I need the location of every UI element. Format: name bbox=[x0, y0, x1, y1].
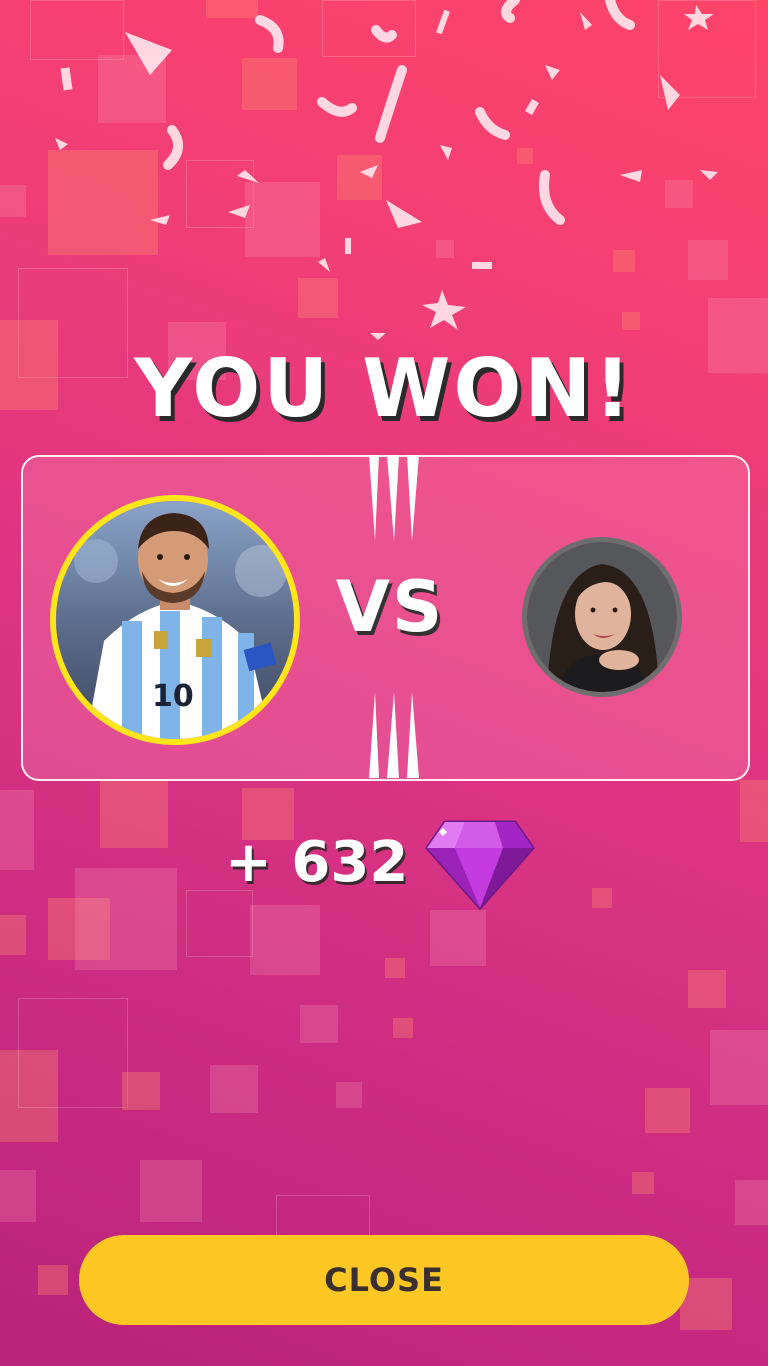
gem-icon bbox=[425, 820, 535, 910]
vs-label: VS bbox=[335, 566, 445, 648]
reward-amount: + 632 bbox=[225, 830, 409, 895]
player-avatar-opponent bbox=[522, 537, 682, 697]
close-button[interactable]: CLOSE bbox=[79, 1235, 689, 1325]
claw-marks-bottom bbox=[369, 692, 419, 778]
claw-marks-top bbox=[369, 455, 419, 541]
result-title: YOU WON! bbox=[134, 342, 634, 435]
svg-text:10: 10 bbox=[152, 679, 194, 714]
player-avatar-winner: 10 bbox=[50, 495, 300, 745]
